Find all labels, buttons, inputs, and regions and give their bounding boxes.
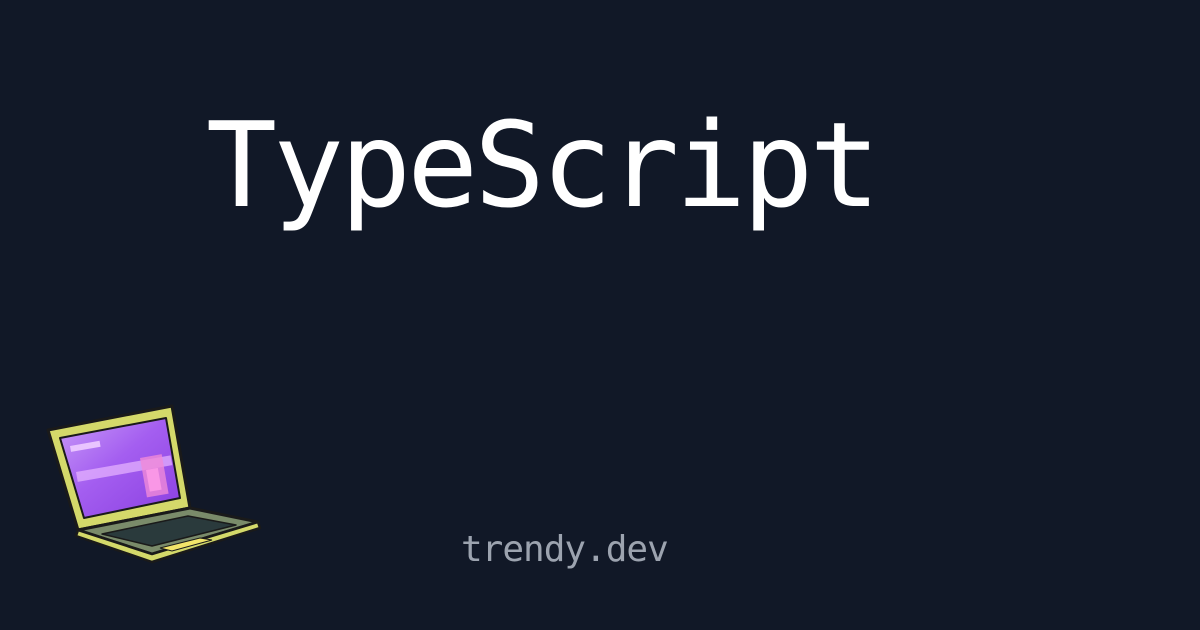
social-card: TypeScript trendy.dev bbox=[0, 0, 1200, 630]
page-title: TypeScript bbox=[206, 96, 880, 234]
site-name: trendy.dev bbox=[461, 529, 669, 570]
laptop-icon bbox=[40, 398, 270, 570]
